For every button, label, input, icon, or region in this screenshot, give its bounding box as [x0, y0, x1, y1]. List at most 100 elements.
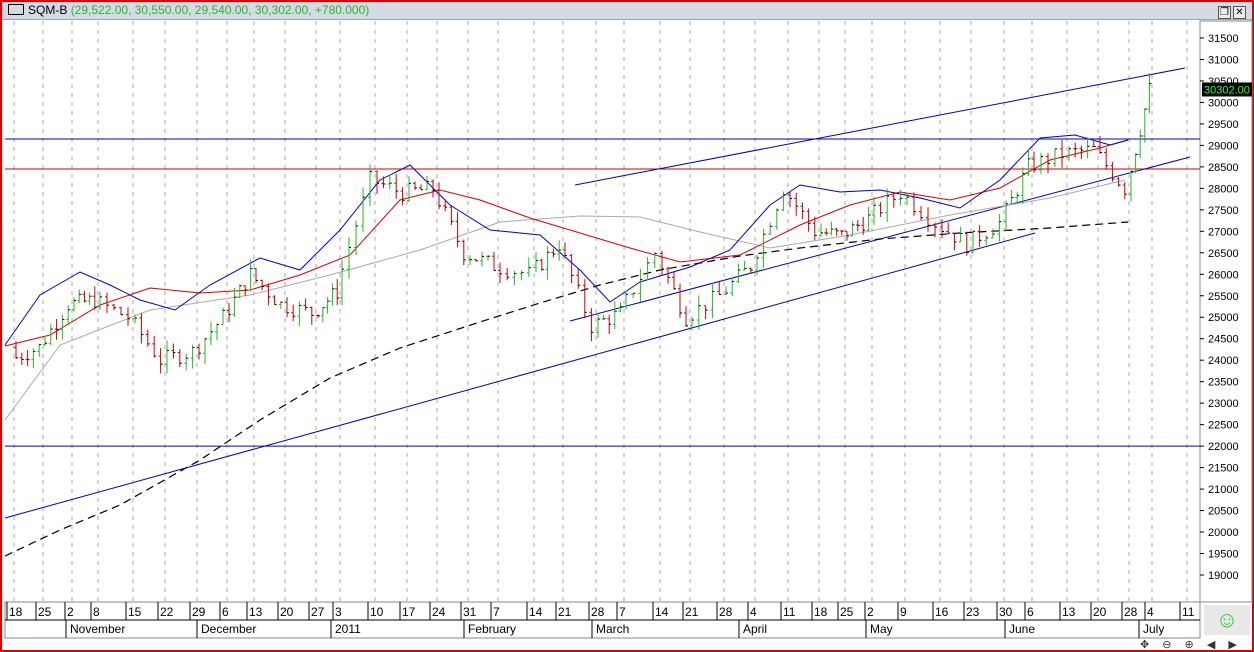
ohlc-bar — [984, 235, 989, 246]
x-day-label: 14 — [529, 605, 543, 619]
ohlc-bar — [431, 179, 435, 198]
ohlc-bar — [184, 353, 189, 371]
ohlc-bar — [800, 202, 805, 220]
ohlc-bar — [977, 225, 982, 247]
x-day-label: 6 — [1027, 605, 1034, 619]
ohlc-bar — [761, 228, 766, 268]
x-day-label: 18 — [814, 605, 828, 619]
ohlc-bar — [215, 323, 219, 341]
ohlc-bar — [872, 196, 876, 225]
ohlc-bar — [177, 349, 182, 368]
x-day-label: 23 — [966, 605, 980, 619]
ohlc-bar — [19, 353, 24, 365]
last-price-label: 30302.00 — [1204, 84, 1250, 96]
y-tick-label: 27500 — [1208, 205, 1239, 217]
ohlc-bar — [526, 257, 531, 277]
price-chart[interactable]: 3150031000305003000029500290002850028000… — [0, 0, 1254, 652]
ohlc-bar — [25, 350, 30, 367]
ohlc-bar — [946, 222, 951, 235]
ohlc-bar — [781, 191, 786, 212]
x-day-label: 27 — [311, 605, 325, 619]
ohlc-bar — [480, 251, 484, 267]
trendline — [574, 67, 1186, 186]
ohlc-bar — [278, 301, 283, 309]
ohlc-bar — [330, 283, 335, 306]
ohlc-bar — [631, 292, 636, 299]
ohlc-bar — [855, 220, 860, 232]
ohlc-bar — [1053, 148, 1057, 167]
x-day-label: 8 — [93, 605, 100, 619]
ohlc-bar — [551, 248, 556, 258]
ohlc-bar — [232, 287, 237, 318]
ohlc-bar — [774, 208, 779, 230]
ohlc-bar — [724, 286, 728, 296]
ohlc-bar — [139, 313, 144, 344]
ohlc-bar — [340, 259, 344, 306]
y-tick-label: 24000 — [1208, 355, 1239, 367]
ohlc-bar — [607, 314, 612, 335]
ohlc-bar — [997, 214, 1002, 242]
ohlc-bar — [98, 291, 102, 310]
y-tick-label: 29500 — [1208, 119, 1239, 131]
ohlc-bar — [512, 271, 517, 286]
ohlc-bar — [1009, 189, 1014, 205]
x-day-label: 4 — [1147, 605, 1154, 619]
ohlc-bar — [1067, 146, 1071, 161]
ohlc-bar — [678, 283, 682, 318]
y-tick-label: 28000 — [1208, 183, 1239, 195]
ohlc-bar — [684, 306, 688, 327]
ohlc-bar — [736, 263, 741, 284]
ohlc-bar — [539, 258, 544, 271]
ohlc-bar — [703, 305, 708, 320]
x-month-label: November — [70, 622, 125, 636]
ohlc-bar — [419, 184, 423, 191]
x-month-label: December — [201, 622, 256, 636]
ohlc-bar — [885, 188, 890, 223]
ma-200-line — [4, 221, 1129, 557]
ohlc-bar — [768, 222, 773, 236]
y-tick-label: 25500 — [1208, 291, 1239, 303]
ohlc-bar — [221, 307, 225, 326]
y-tick-label: 19500 — [1208, 549, 1239, 561]
ohlc-bar — [266, 283, 271, 306]
ohlc-bar — [730, 277, 735, 297]
ohlc-bar — [589, 308, 594, 342]
ma-short-line — [4, 134, 1129, 346]
chart-navigation-controls[interactable]: ✥ ⊖ ⊕ ◀ ▶ — [1140, 638, 1242, 651]
ohlc-bar — [320, 307, 325, 323]
ma-long-line — [4, 179, 1126, 421]
x-day-label: 14 — [655, 605, 669, 619]
ohlc-bar — [227, 302, 231, 323]
ohlc-bar — [361, 187, 365, 232]
ohlc-bar — [569, 254, 574, 284]
ma-mid-line — [4, 139, 1129, 347]
ohlc-bar — [400, 187, 405, 206]
ohlc-bar — [717, 281, 722, 296]
x-day-label: 20 — [280, 605, 294, 619]
x-day-label: 15 — [128, 605, 142, 619]
x-month-label: March — [596, 622, 629, 636]
ohlc-bar — [77, 289, 82, 304]
ohlc-bar — [545, 246, 550, 280]
y-tick-label: 28500 — [1208, 162, 1239, 174]
x-day-label: 28 — [719, 605, 733, 619]
x-day-label: 7 — [493, 605, 500, 619]
ohlc-bar — [119, 306, 123, 316]
y-tick-label: 25000 — [1208, 312, 1239, 324]
ohlc-bar — [1020, 167, 1025, 204]
ohlc-bar — [1129, 170, 1133, 202]
ohlc-bar — [197, 343, 201, 360]
y-tick-label: 20000 — [1208, 527, 1239, 539]
ohlc-bar — [31, 348, 36, 369]
smiley-icon: ☺ — [1204, 605, 1250, 635]
y-tick-label: 22000 — [1208, 441, 1239, 453]
x-day-label: 4 — [750, 605, 757, 619]
x-month-label: June — [1009, 622, 1035, 636]
y-tick-label: 23000 — [1208, 398, 1239, 410]
ohlc-bar — [309, 306, 314, 325]
ohlc-bar — [839, 230, 844, 236]
ohlc-bar — [1060, 139, 1064, 168]
ohlc-bar — [1039, 152, 1043, 175]
ohlc-bar — [455, 211, 460, 248]
ohlc-bar — [829, 221, 834, 236]
